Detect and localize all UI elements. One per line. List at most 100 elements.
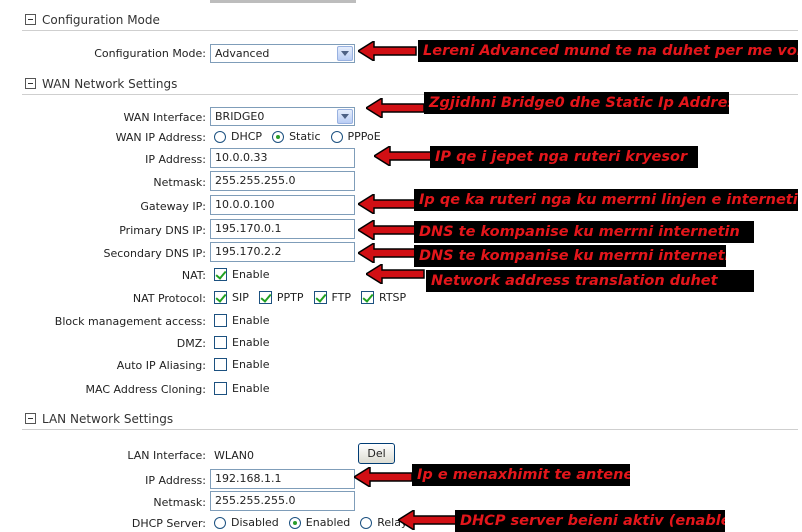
- radio-button-selected[interactable]: [288, 516, 301, 529]
- config-section-header[interactable]: Configuration Mode: [22, 9, 798, 31]
- block-mgmt-label: Block management access:: [54, 315, 206, 328]
- nat-pptp[interactable]: PPTP: [258, 291, 304, 304]
- radio-button[interactable]: [214, 130, 226, 143]
- wan-netmask-input[interactable]: 255.255.255.0: [210, 171, 355, 191]
- radio-button-selected[interactable]: [272, 130, 285, 143]
- block-mgmt-checkbox[interactable]: [214, 314, 227, 327]
- option-label: Static: [289, 130, 321, 143]
- collapse-icon[interactable]: [25, 14, 36, 25]
- option-label: PPTP: [276, 291, 304, 304]
- radio-button[interactable]: [214, 516, 226, 529]
- previous-field-edge: [210, 0, 356, 3]
- lan-netmask-input[interactable]: 255.255.255.0: [210, 491, 355, 511]
- enable-label: Enable: [232, 382, 270, 395]
- primary-dns-label: Primary DNS IP:: [119, 224, 206, 237]
- arrow-left-icon: [358, 194, 417, 214]
- annotation-nat: Network address translation duhet: [426, 270, 754, 292]
- radio-button[interactable]: [330, 130, 343, 143]
- option-label: RTSP: [379, 291, 407, 304]
- nat-ftp[interactable]: FTP: [313, 291, 351, 304]
- nat-checkbox-row[interactable]: Enable: [214, 268, 269, 281]
- gateway-input[interactable]: 10.0.0.100: [210, 195, 355, 215]
- block-mgmt-row[interactable]: Enable: [214, 314, 269, 327]
- option-label: PPPoE: [347, 130, 381, 143]
- lan-netmask-label: Netmask:: [153, 496, 206, 509]
- nat-checkbox[interactable]: [214, 268, 227, 281]
- arrow-left-icon: [358, 220, 417, 240]
- auto-ip-checkbox[interactable]: [214, 358, 227, 371]
- dmz-label: DMZ:: [176, 337, 206, 350]
- nat-protocol-group: SIP PPTP FTP RTSP: [214, 291, 416, 304]
- checkbox[interactable]: [258, 291, 272, 304]
- config-mode-value: Advanced: [215, 47, 270, 60]
- arrow-left-icon: [398, 510, 457, 530]
- enable-label: Enable: [232, 336, 270, 349]
- nat-label: NAT:: [181, 269, 206, 282]
- option-label: Disabled: [231, 516, 279, 529]
- annotation-lan-ip: Ip e menaxhimit te antenes: [412, 464, 630, 486]
- wan-netmask-label: Netmask:: [153, 176, 206, 189]
- collapse-icon[interactable]: [25, 413, 36, 424]
- del-button[interactable]: Del: [358, 443, 395, 464]
- lan-interface-label: LAN Interface:: [127, 449, 206, 462]
- mac-clone-label: MAC Address Cloning:: [85, 383, 206, 396]
- radio-pppoe[interactable]: PPPoE: [330, 130, 381, 143]
- gateway-label: Gateway IP:: [140, 200, 206, 213]
- checkbox[interactable]: [313, 291, 327, 304]
- nat-rtsp[interactable]: RTSP: [361, 291, 406, 304]
- section-title: LAN Network Settings: [42, 411, 174, 426]
- config-mode-select[interactable]: Advanced: [210, 44, 355, 63]
- section-title: WAN Network Settings: [42, 76, 178, 91]
- arrow-left-icon: [358, 41, 417, 61]
- annotation-ip: IP qe i jepet nga ruteri kryesor: [430, 146, 698, 168]
- annotation-dns1: DNS te kompanise ku merrni internetin: [414, 221, 754, 243]
- mac-clone-row[interactable]: Enable: [214, 382, 269, 395]
- chevron-down-icon[interactable]: [337, 109, 353, 124]
- checkbox[interactable]: [214, 291, 227, 304]
- primary-dns-input[interactable]: 195.170.0.1: [210, 219, 355, 239]
- dhcp-server-label: DHCP Server:: [131, 517, 206, 530]
- annotation-dns2: DNS te kompanise ku merrni internetin: [414, 245, 726, 267]
- config-mode-label: Configuration Mode:: [94, 47, 206, 60]
- enable-label: Enable: [232, 268, 270, 281]
- collapse-icon[interactable]: [25, 78, 36, 89]
- annotation-dhcp: DHCP server beieni aktiv (enable): [455, 510, 725, 532]
- mac-clone-checkbox[interactable]: [214, 382, 227, 395]
- arrow-left-icon: [374, 146, 433, 166]
- option-label: SIP: [232, 291, 249, 304]
- auto-ip-row[interactable]: Enable: [214, 358, 269, 371]
- wan-ip-input[interactable]: 10.0.0.33: [210, 148, 355, 168]
- annotation-gateway: Ip qe ka ruteri nga ku merrni linjen e i…: [414, 189, 798, 211]
- wan-ip-mode-label: WAN IP Address:: [115, 131, 206, 144]
- arrow-left-icon: [358, 243, 417, 263]
- lan-ip-label: IP Address:: [145, 474, 206, 487]
- nat-sip[interactable]: SIP: [214, 291, 249, 304]
- secondary-dns-label: Secondary DNS IP:: [103, 247, 206, 260]
- dmz-row[interactable]: Enable: [214, 336, 269, 349]
- nat-protocol-label: NAT Protocol:: [132, 292, 206, 305]
- annotation-advanced: Lereni Advanced mund te na duhet per me …: [418, 40, 798, 62]
- dmz-checkbox[interactable]: [214, 336, 227, 349]
- radio-button[interactable]: [360, 516, 373, 529]
- arrow-left-icon: [366, 98, 425, 118]
- enable-label: Enable: [232, 314, 270, 327]
- annotation-bridge: Zgjidhni Bridge0 dhe Static Ip Address: [424, 92, 729, 114]
- lan-ip-input[interactable]: 192.168.1.1: [210, 469, 355, 489]
- option-label: Enabled: [305, 516, 351, 529]
- chevron-down-icon[interactable]: [337, 46, 353, 61]
- radio-dhcp[interactable]: DHCP: [214, 130, 262, 143]
- secondary-dns-input[interactable]: 195.170.2.2: [210, 242, 355, 262]
- wan-ip-mode-group: DHCP Static PPPoE: [214, 130, 391, 143]
- arrow-left-icon: [354, 467, 413, 487]
- wan-interface-select[interactable]: BRIDGE0: [210, 107, 355, 126]
- radio-static[interactable]: Static: [272, 130, 321, 143]
- lan-interface-value: WLAN0: [214, 449, 255, 462]
- lan-section-header[interactable]: LAN Network Settings: [22, 408, 798, 430]
- enable-label: Enable: [232, 358, 270, 371]
- radio-disabled[interactable]: Disabled: [214, 516, 279, 529]
- option-label: DHCP: [231, 130, 263, 143]
- checkbox[interactable]: [361, 291, 374, 304]
- section-title: Configuration Mode: [42, 12, 160, 27]
- arrow-left-icon: [366, 264, 425, 284]
- radio-enabled[interactable]: Enabled: [288, 516, 351, 529]
